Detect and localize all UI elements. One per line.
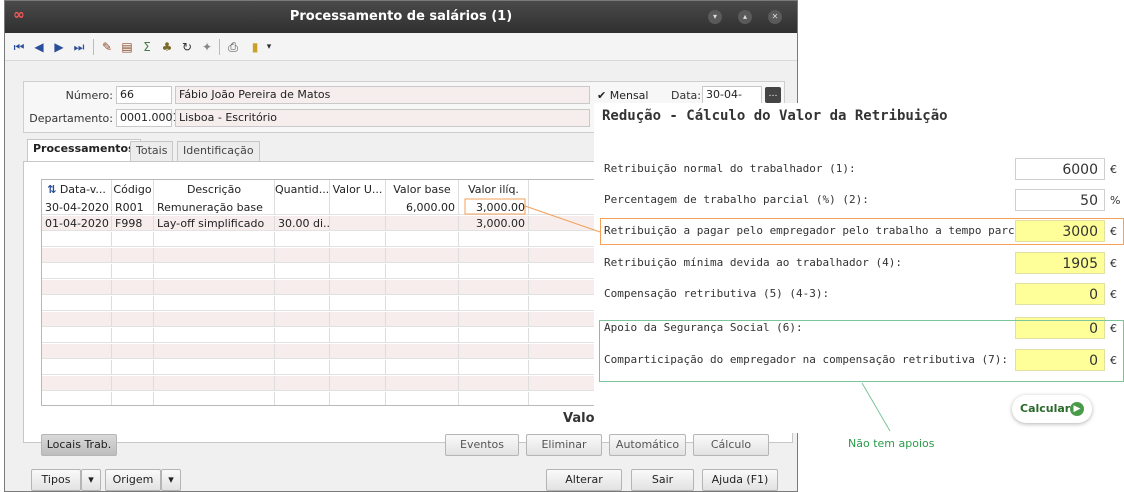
connector-lines [464,198,891,432]
highlight-cell-orange [464,198,526,215]
connector-orange [524,205,601,233]
connector-green [861,382,891,432]
